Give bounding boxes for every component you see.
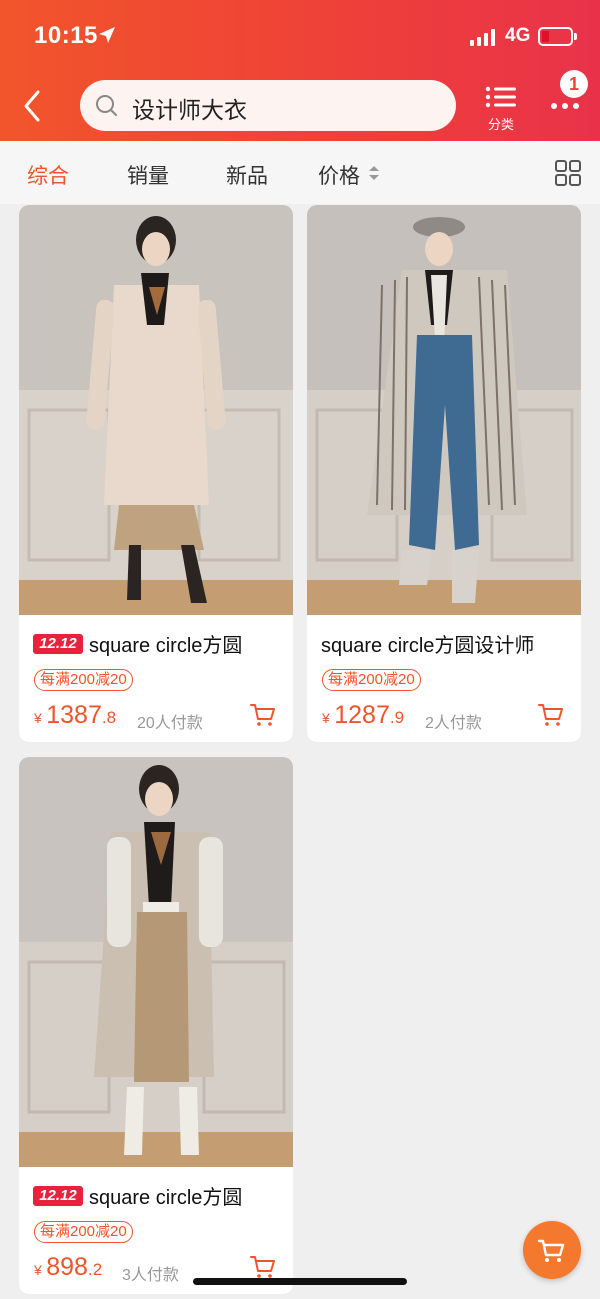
- signal-icon: [470, 28, 495, 46]
- product-title: square circle方圆设计师: [321, 635, 535, 657]
- product-title: square circle方圆: [89, 1187, 243, 1209]
- cart-icon[interactable]: [537, 702, 565, 728]
- promo-1212-tag: 12.12: [33, 633, 83, 654]
- product-title: square circle方圆: [89, 635, 243, 657]
- price-integer: 1287: [334, 701, 390, 729]
- sort-bar: [0, 141, 600, 204]
- home-indicator: [193, 1278, 407, 1285]
- product-card[interactable]: 12.12 square circle方圆 每满200减20 ¥ 898.2 3…: [19, 757, 293, 1294]
- category-button[interactable]: 分类: [478, 82, 524, 132]
- notification-badge: 1: [560, 70, 588, 98]
- product-price: ¥ 898.2: [34, 1253, 102, 1282]
- product-image[interactable]: [307, 205, 581, 615]
- search-bar[interactable]: 设计师大衣: [80, 80, 456, 131]
- top-header: 10:15 4G 设计师大衣 分类 1: [0, 0, 600, 141]
- discount-tag: 每满200减20: [34, 669, 133, 691]
- product-card[interactable]: 12.12 square circle方圆 每满200减20 ¥ 1387.8 …: [19, 205, 293, 742]
- product-image[interactable]: [19, 205, 293, 615]
- search-icon: [96, 95, 117, 116]
- currency-symbol: ¥: [34, 710, 42, 726]
- paid-count: 20人付款: [137, 715, 203, 732]
- battery-cap: [574, 33, 577, 40]
- price-integer: 898: [46, 1253, 88, 1281]
- cart-icon[interactable]: [249, 702, 277, 728]
- product-title-row: 12.12 square circle方圆: [33, 629, 242, 658]
- product-price: ¥ 1287.9: [322, 701, 404, 730]
- product-image[interactable]: [19, 757, 293, 1167]
- category-label: 分类: [487, 117, 514, 132]
- paid-count: 2人付款: [425, 715, 482, 732]
- floating-cart-button[interactable]: [523, 1221, 581, 1279]
- tab-new[interactable]: 新品: [226, 160, 268, 190]
- tab-price[interactable]: 价格: [318, 160, 360, 190]
- currency-symbol: ¥: [322, 710, 330, 726]
- promo-1212-tag: 12.12: [33, 1185, 83, 1206]
- search-input[interactable]: 设计师大衣: [132, 91, 247, 125]
- status-time: 10:15: [34, 22, 98, 49]
- product-title-row: 12.12 square circle方圆: [33, 1181, 242, 1210]
- product-card[interactable]: square circle方圆设计师 每满200减20 ¥ 1287.9 2人付…: [307, 205, 581, 742]
- paid-count: 3人付款: [122, 1267, 179, 1284]
- tab-comprehensive[interactable]: 综合: [27, 160, 69, 190]
- network-label: 4G: [505, 25, 531, 46]
- discount-tag: 每满200减20: [34, 1221, 133, 1243]
- battery-icon: [538, 27, 573, 46]
- discount-tag: 每满200减20: [322, 669, 421, 691]
- product-price: ¥ 1387.8: [34, 701, 116, 730]
- price-decimal: .2: [87, 1260, 103, 1279]
- back-icon[interactable]: [14, 86, 54, 126]
- price-integer: 1387: [46, 701, 102, 729]
- cart-icon: [537, 1239, 565, 1262]
- location-arrow-icon: [99, 27, 115, 43]
- list-icon: [485, 86, 516, 108]
- cart-icon[interactable]: [249, 1254, 277, 1280]
- price-decimal: .8: [101, 708, 117, 727]
- currency-symbol: ¥: [34, 1262, 42, 1278]
- product-title-row: square circle方圆设计师: [321, 629, 534, 658]
- tab-sales[interactable]: 销量: [127, 160, 169, 190]
- price-decimal: .9: [389, 708, 405, 727]
- sort-icon: [369, 166, 379, 180]
- grid-icon[interactable]: [555, 160, 581, 186]
